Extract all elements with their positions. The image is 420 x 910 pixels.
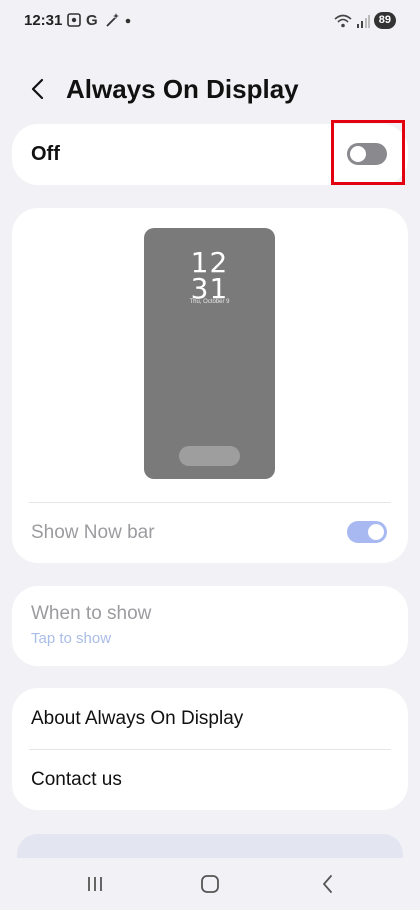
about-aod-link[interactable]: About Always On Display xyxy=(31,708,243,730)
screenshot-icon xyxy=(67,13,81,27)
status-time: 12:31 xyxy=(24,12,63,29)
system-icons: 89 xyxy=(334,12,396,29)
show-now-bar-toggle[interactable] xyxy=(347,521,387,543)
show-now-bar-label: Show Now bar xyxy=(31,522,155,543)
google-icon: G xyxy=(86,12,98,28)
divider xyxy=(29,502,391,503)
when-to-show-value: Tap to show xyxy=(31,630,112,647)
master-switch-label: Off xyxy=(31,143,60,165)
recent-apps-button[interactable] xyxy=(80,872,110,896)
contact-us-link[interactable]: Contact us xyxy=(31,769,122,791)
battery-indicator: 89 xyxy=(373,12,396,29)
home-icon xyxy=(201,875,219,893)
navigation-bar xyxy=(0,858,420,910)
recent-apps-icon xyxy=(88,877,102,891)
divider xyxy=(29,749,391,750)
page-title: Always On Display xyxy=(66,74,299,104)
preview-card: 12 31 Thu, October 9 Show Now bar xyxy=(12,208,408,563)
preview-now-bar xyxy=(179,446,240,466)
back-icon xyxy=(323,875,332,893)
magic-wand-icon xyxy=(106,13,119,27)
when-to-show-label: When to show xyxy=(31,603,152,624)
preview-date: Thu, October 9 xyxy=(189,299,230,305)
signal-icon xyxy=(356,14,370,28)
svg-text:G: G xyxy=(86,12,98,28)
home-button[interactable] xyxy=(195,872,225,896)
wifi-icon xyxy=(334,14,352,27)
about-card: About Always On Display Contact us xyxy=(12,688,408,810)
highlight-box xyxy=(331,120,405,185)
toggle-knob xyxy=(368,524,384,540)
when-to-show-item[interactable]: When to show Tap to show xyxy=(12,586,408,666)
back-button[interactable] xyxy=(313,872,343,896)
dot-icon xyxy=(125,18,131,24)
back-arrow-icon[interactable] xyxy=(26,76,52,102)
aod-preview-phone[interactable]: 12 31 Thu, October 9 xyxy=(144,228,275,479)
app-header: Always On Display xyxy=(0,68,420,112)
status-bar: 12:31 G 89 xyxy=(0,0,420,44)
notification-icons: G xyxy=(66,12,132,28)
